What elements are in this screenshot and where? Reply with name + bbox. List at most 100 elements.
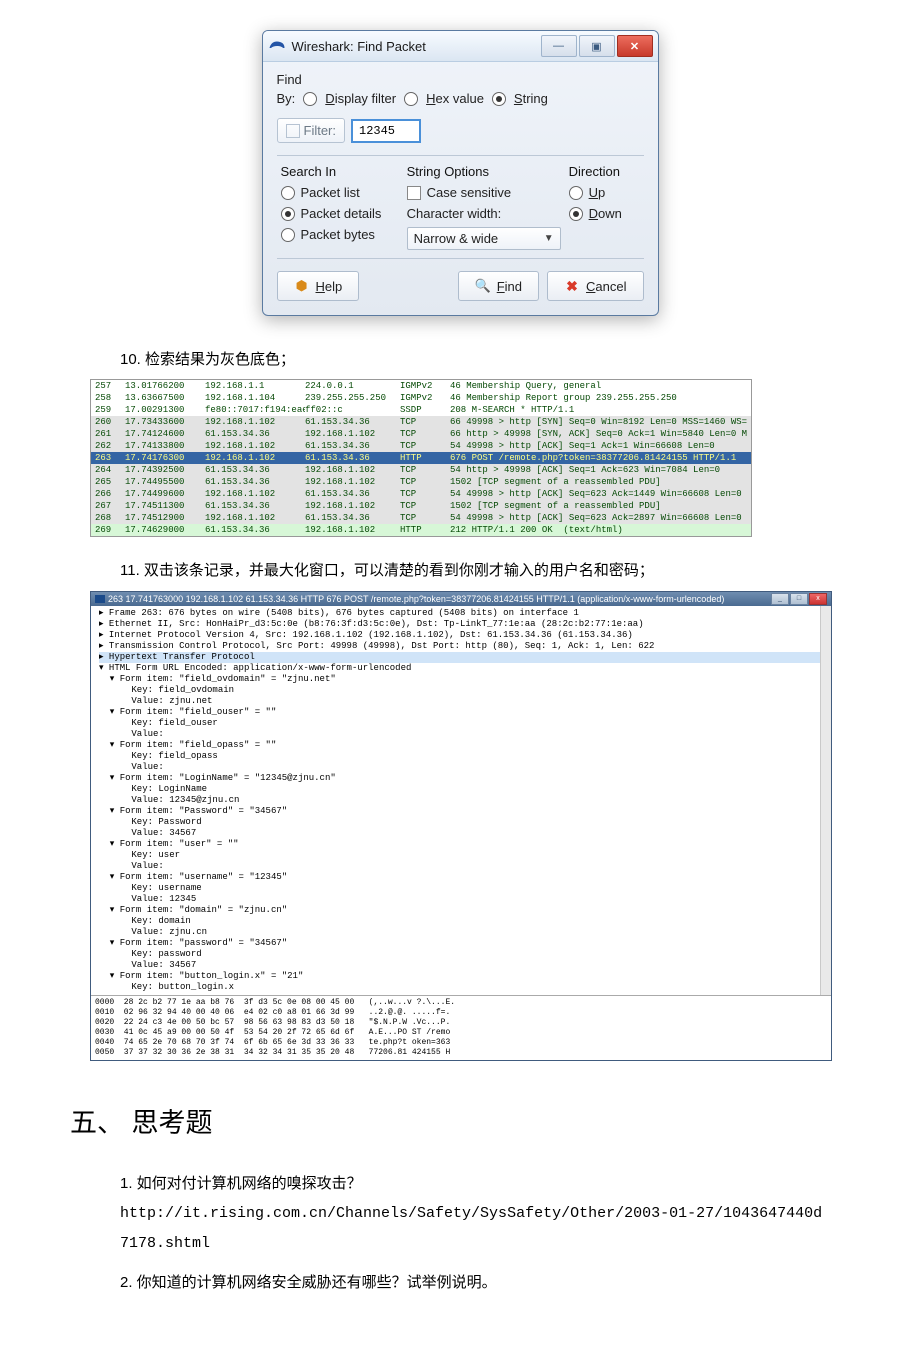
radio-packet-details[interactable] (281, 207, 295, 221)
detail-line: ▸ Transmission Control Protocol, Src Por… (99, 641, 827, 652)
minimize-button[interactable]: — (541, 35, 577, 57)
char-width-value: Narrow & wide (414, 231, 499, 246)
packet-row: 25813.63667500192.168.1.104239.255.255.2… (91, 392, 751, 404)
detail-line: Key: Password (99, 817, 827, 828)
wireshark-icon (95, 595, 105, 603)
radio-string[interactable] (492, 92, 506, 106)
hex-line: 0020 22 24 c3 4e 00 50 bc 57 98 56 63 98… (95, 1018, 827, 1028)
detail-window-title: 263 17.741763000 192.168.1.102 61.153.34… (108, 594, 724, 604)
detail-line: Value: 12345@zjnu.cn (99, 795, 827, 806)
label-string: String (514, 91, 548, 106)
find-label: Find (497, 279, 522, 294)
detail-line: ▾ Form item: "field_ovdomain" = "zjnu.ne… (99, 674, 827, 685)
hex-line: 0000 28 2c b2 77 1e aa b8 76 3f d3 5c 0e… (95, 998, 827, 1008)
filter-button-label: Filter: (304, 123, 337, 138)
section-5-heading: 五、 思考题 (70, 1101, 830, 1140)
packet-list-screenshot: 25713.01766200192.168.1.1224.0.0.1IGMPv2… (90, 379, 752, 537)
close-icon[interactable]: x (809, 593, 827, 605)
label-packet-list: Packet list (301, 185, 360, 200)
help-icon: ⬢ (294, 278, 310, 294)
label-packet-bytes: Packet bytes (301, 227, 375, 242)
detail-line: ▾ HTML Form URL Encoded: application/x-w… (99, 663, 827, 674)
magnifier-icon: 🔍 (475, 278, 491, 294)
filter-input[interactable] (351, 119, 421, 143)
hex-line: 0010 02 96 32 94 40 00 40 06 e4 02 c0 a8… (95, 1008, 827, 1018)
search-in-title: Search In (281, 164, 399, 179)
filter-button[interactable]: Filter: (277, 118, 346, 143)
detail-line: ▸ Ethernet II, Src: HonHaiPr_d3:5c:0e (b… (99, 619, 827, 630)
radio-up[interactable] (569, 186, 583, 200)
packet-row: 26117.7412460061.153.34.36192.168.1.102T… (91, 428, 751, 440)
label-hex-value: Hex value (426, 91, 484, 106)
detail-line: Key: field_ovdomain (99, 685, 827, 696)
by-label: By: (277, 91, 296, 106)
detail-line: ▾ Form item: "password" = "34567" (99, 938, 827, 949)
question-1: 1. 如何对付计算机网络的嗅探攻击？ (120, 1170, 830, 1199)
detail-line: Key: button_login.x (99, 982, 827, 993)
reference-link: http://it.rising.com.cn/Channels/Safety/… (120, 1199, 830, 1259)
packet-row: 26817.74512900192.168.1.10261.153.34.36T… (91, 512, 751, 524)
detail-line: ▾ Form item: "button_login.x" = "21" (99, 971, 827, 982)
cancel-button[interactable]: ✖ Cancel (547, 271, 643, 301)
radio-down[interactable] (569, 207, 583, 221)
string-options-title: String Options (407, 164, 561, 179)
maximize-button[interactable]: ▣ (579, 35, 615, 57)
detail-line: ▾ Form item: "Password" = "34567" (99, 806, 827, 817)
packet-row: 26017.73433600192.168.1.10261.153.34.36T… (91, 416, 751, 428)
detail-line: Value: 34567 (99, 960, 827, 971)
step-10-text: 10. 检索结果为灰色底色； (120, 346, 830, 375)
detail-line: Value: (99, 762, 827, 773)
detail-line: ▾ Form item: "username" = "12345" (99, 872, 827, 883)
packet-row: 26417.7439250061.153.34.36192.168.1.102T… (91, 464, 751, 476)
detail-line: Value: (99, 729, 827, 740)
char-width-dropdown[interactable]: Narrow & wide ▼ (407, 227, 561, 250)
hex-dump-pane: 0000 28 2c b2 77 1e aa b8 76 3f d3 5c 0e… (91, 995, 831, 1060)
find-label: Find (277, 72, 644, 87)
dialog-title: Wireshark: Find Packet (292, 39, 426, 54)
packet-row: 26617.74499600192.168.1.10261.153.34.36T… (91, 488, 751, 500)
detail-line: Value: zjnu.cn (99, 927, 827, 938)
detail-line: ▾ Form item: "field_ouser" = "" (99, 707, 827, 718)
find-packet-dialog: Wireshark: Find Packet — ▣ ✕ Find By: Di… (262, 30, 659, 316)
detail-line: Key: field_opass (99, 751, 827, 762)
detail-window-titlebar: 263 17.741763000 192.168.1.102 61.153.34… (91, 592, 831, 606)
detail-line: Key: password (99, 949, 827, 960)
label-case-sensitive: Case sensitive (427, 185, 512, 200)
packet-row: 25713.01766200192.168.1.1224.0.0.1IGMPv2… (91, 380, 751, 392)
detail-line: Key: user (99, 850, 827, 861)
detail-line: Key: field_ouser (99, 718, 827, 729)
max-icon[interactable]: □ (790, 593, 808, 605)
wireshark-icon (268, 38, 286, 55)
help-label: Help (316, 279, 343, 294)
detail-line: Value: (99, 861, 827, 872)
radio-packet-list[interactable] (281, 186, 295, 200)
detail-line: Key: domain (99, 916, 827, 927)
radio-packet-bytes[interactable] (281, 228, 295, 242)
filter-icon (286, 124, 300, 138)
scrollbar[interactable] (820, 606, 831, 995)
chevron-down-icon: ▼ (544, 233, 554, 244)
close-button[interactable]: ✕ (617, 35, 653, 57)
detail-line: ▾ Form item: "user" = "" (99, 839, 827, 850)
detail-line: Value: 34567 (99, 828, 827, 839)
checkbox-case-sensitive[interactable] (407, 186, 421, 200)
find-button[interactable]: 🔍 Find (458, 271, 539, 301)
radio-display-filter[interactable] (303, 92, 317, 106)
hex-line: 0030 41 0c 45 a9 00 00 50 4f 53 54 20 2f… (95, 1028, 827, 1038)
label-packet-details: Packet details (301, 206, 382, 221)
radio-hex-value[interactable] (404, 92, 418, 106)
help-button[interactable]: ⬢ Help (277, 271, 360, 301)
detail-line: Key: LoginName (99, 784, 827, 795)
packet-row: 26717.7451130061.153.34.36192.168.1.102T… (91, 500, 751, 512)
detail-line: Value: 12345 (99, 894, 827, 905)
packet-row: 25917.00291300fe80::7017:f194:eae7:lff02… (91, 404, 751, 416)
label-down: Down (589, 206, 622, 221)
detail-line: ▾ Form item: "domain" = "zjnu.cn" (99, 905, 827, 916)
cancel-icon: ✖ (564, 278, 580, 294)
min-icon[interactable]: _ (771, 593, 789, 605)
detail-line: Value: zjnu.net (99, 696, 827, 707)
detail-line: ▸ Internet Protocol Version 4, Src: 192.… (99, 630, 827, 641)
label-up: Up (589, 185, 606, 200)
detail-line: ▾ Form item: "field_opass" = "" (99, 740, 827, 751)
direction-title: Direction (569, 164, 640, 179)
